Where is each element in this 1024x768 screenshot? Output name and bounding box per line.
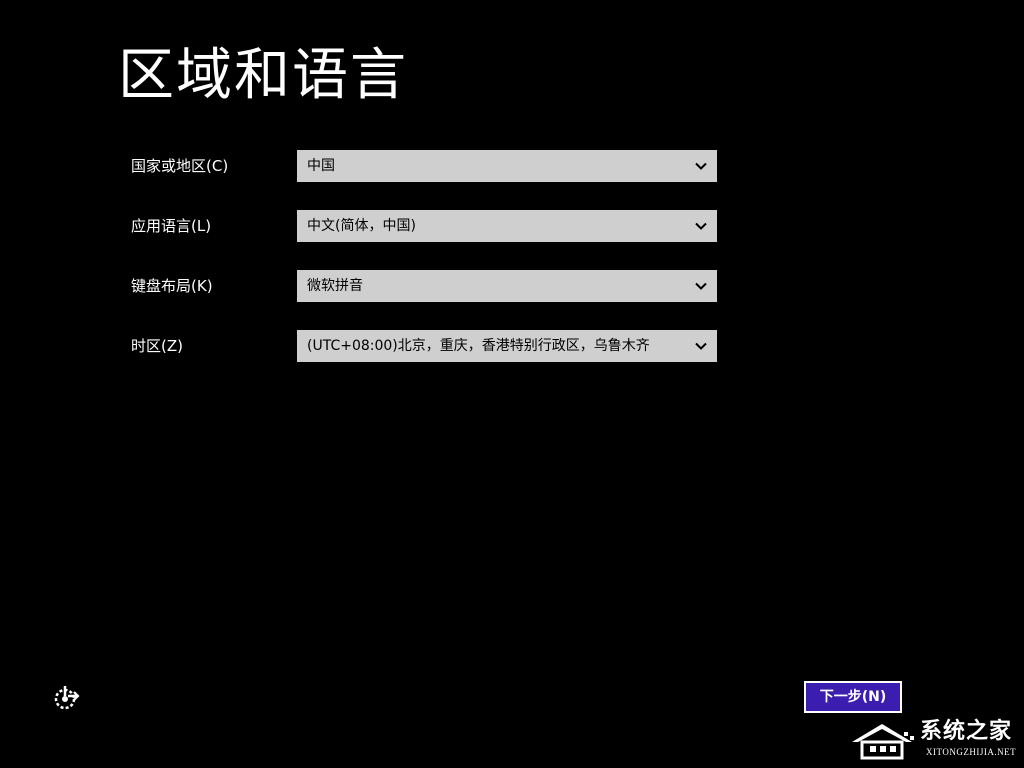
keyboard-layout-label: 键盘布局(K)	[131, 277, 213, 295]
country-region-label: 国家或地区(C)	[131, 157, 229, 175]
keyboard-layout-value: 微软拼音	[307, 278, 363, 294]
next-button[interactable]: 下一步(N)	[804, 681, 902, 713]
chevron-down-icon	[695, 222, 707, 230]
time-zone-row: 时区(Z) (UTC+08:00)北京，重庆，香港特别行政区，乌鲁木齐	[131, 330, 721, 362]
watermark-subtext: XITONGZHIJIA.NET	[926, 747, 1017, 757]
ease-of-access-icon[interactable]	[52, 684, 80, 712]
country-region-select[interactable]: 中国	[297, 150, 717, 182]
watermark-logo: 系统之家 XITONGZHIJIA.NET	[848, 716, 1020, 764]
chevron-down-icon	[695, 282, 707, 290]
time-zone-value: (UTC+08:00)北京，重庆，香港特别行政区，乌鲁木齐	[307, 338, 650, 354]
country-region-value: 中国	[307, 158, 335, 174]
app-language-row: 应用语言(L) 中文(简体，中国)	[131, 210, 721, 242]
app-language-value: 中文(简体，中国)	[307, 218, 416, 234]
house-logo-icon	[852, 724, 914, 760]
keyboard-layout-row: 键盘布局(K) 微软拼音	[131, 270, 721, 302]
chevron-down-icon	[695, 342, 707, 350]
app-language-select[interactable]: 中文(简体，中国)	[297, 210, 717, 242]
country-region-row: 国家或地区(C) 中国	[131, 150, 721, 182]
chevron-down-icon	[695, 162, 707, 170]
time-zone-select[interactable]: (UTC+08:00)北京，重庆，香港特别行政区，乌鲁木齐	[297, 330, 717, 362]
time-zone-label: 时区(Z)	[131, 337, 183, 355]
watermark-text: 系统之家	[920, 719, 1013, 744]
page-title: 区域和语言	[118, 43, 408, 108]
keyboard-layout-select[interactable]: 微软拼音	[297, 270, 717, 302]
region-language-page: 区域和语言 国家或地区(C) 中国 应用语言(L) 中文(简体，中国) 键盘布局…	[0, 0, 1024, 768]
app-language-label: 应用语言(L)	[131, 217, 212, 235]
